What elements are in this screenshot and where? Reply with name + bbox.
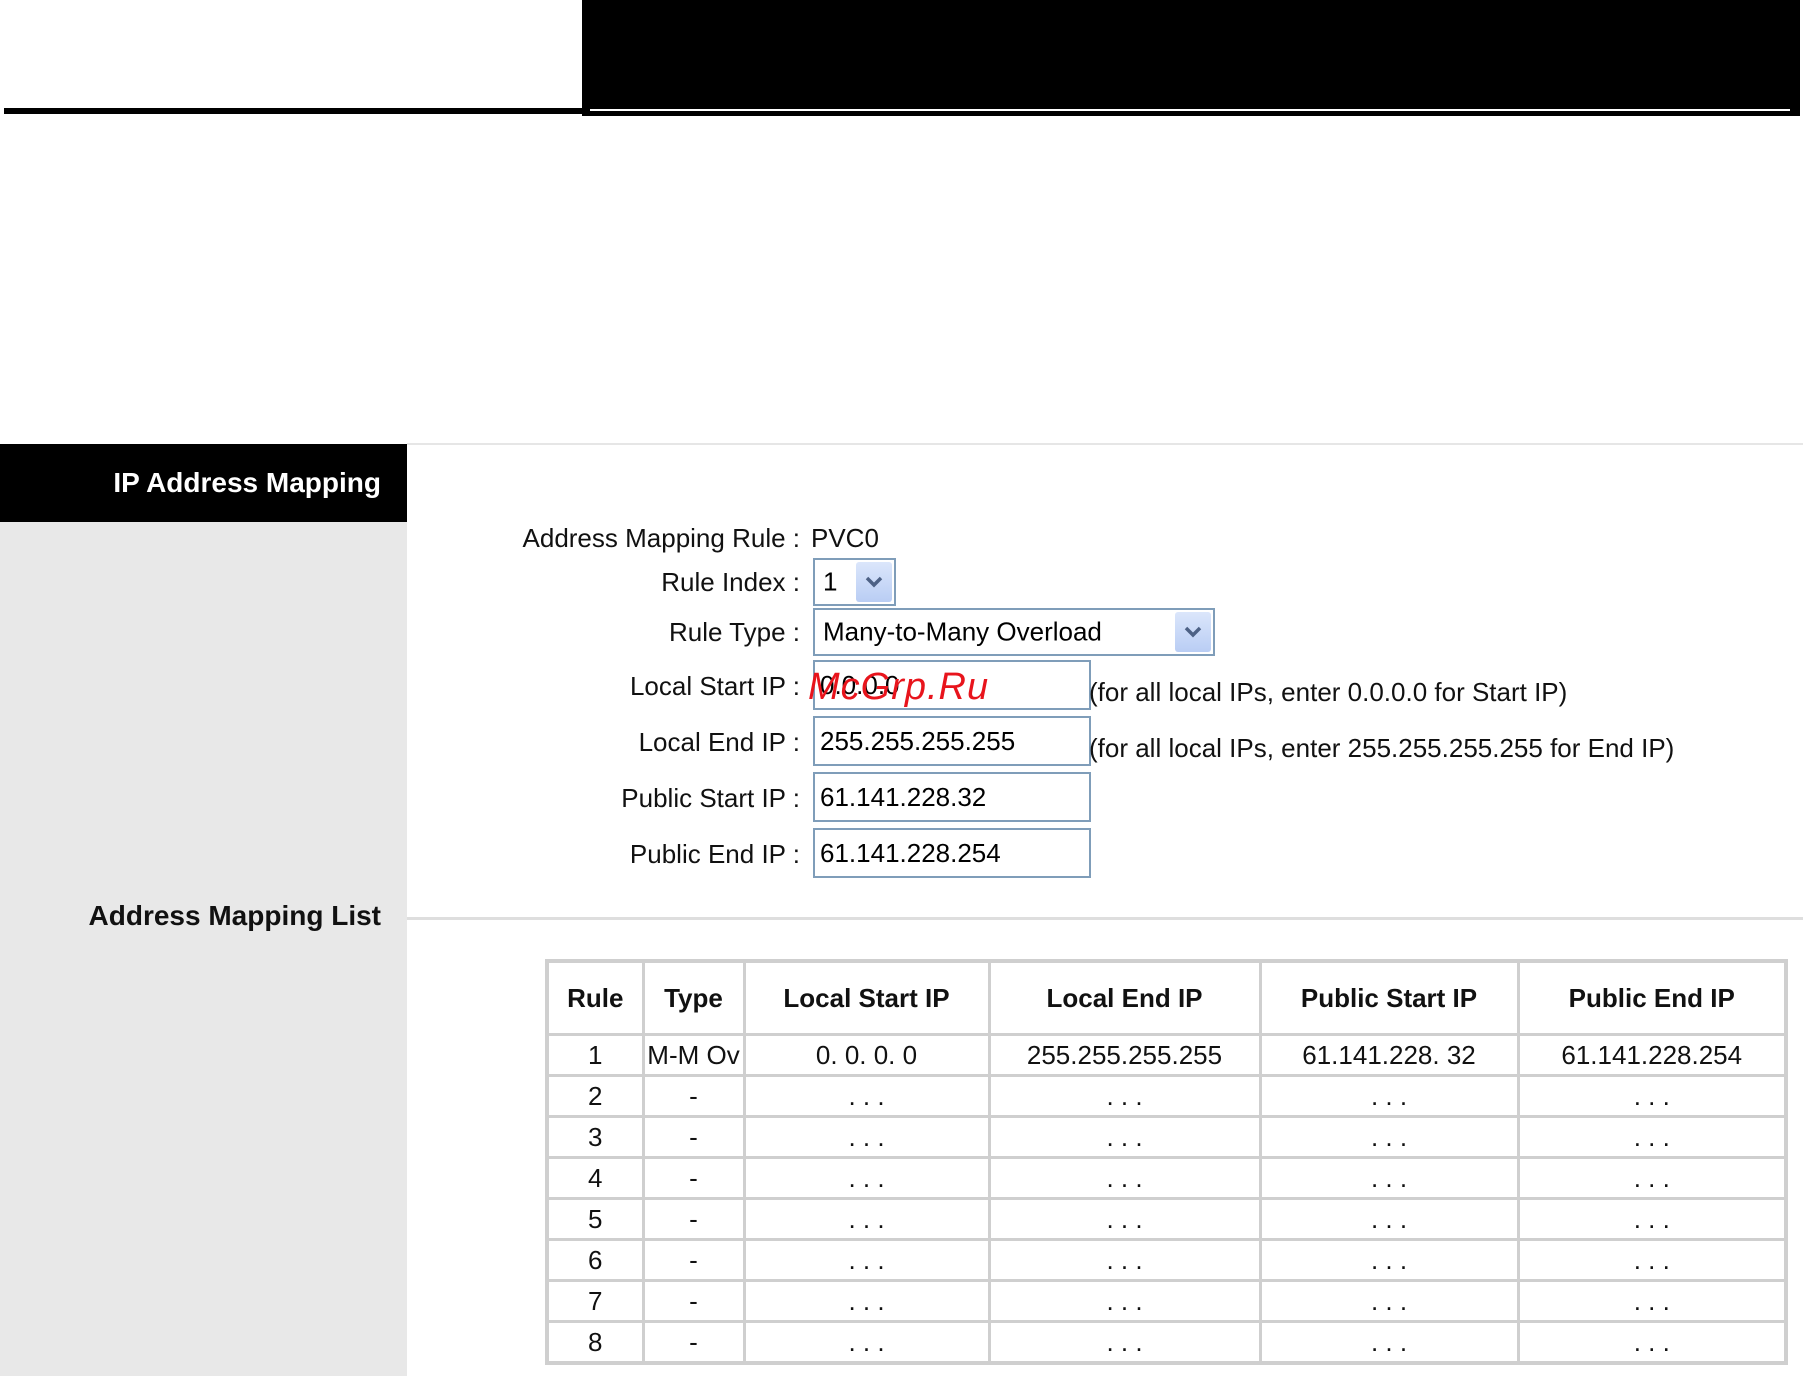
rule-type-select[interactable]: Many-to-Many Overload: [813, 608, 1215, 656]
col-header-public-start-ip: Public Start IP: [1258, 959, 1520, 1036]
table-cell: . . .: [742, 1156, 991, 1200]
table-row: 8-. . .. . .. . .. . .: [545, 1320, 1788, 1365]
table-cell: . . .: [1516, 1156, 1788, 1200]
table-row: 1 M-M Ov 0. 0. 0. 0 255.255.255.255 61.141.2…: [545, 1033, 1788, 1077]
table-cell: 61.141.228. 32: [1258, 1033, 1520, 1077]
table-cell: -: [641, 1074, 746, 1118]
table-row: 3-. . .. . .. . .. . .: [545, 1115, 1788, 1159]
col-header-rule: Rule: [545, 959, 645, 1036]
col-header-local-start-ip: Local Start IP: [742, 959, 991, 1036]
table-cell: . . .: [742, 1279, 991, 1323]
table-cell: . . .: [742, 1197, 991, 1241]
table-cell: -: [641, 1320, 746, 1365]
table-cell: -: [641, 1115, 746, 1159]
table-cell: 8: [545, 1320, 645, 1365]
col-header-type: Type: [641, 959, 746, 1036]
table-cell: . . .: [1258, 1074, 1520, 1118]
header-banner: [582, 0, 1800, 116]
public-end-ip-label: Public End IP :: [629, 839, 800, 869]
table-cell: . . .: [1516, 1074, 1788, 1118]
public-start-ip-input[interactable]: 61.141.228.32: [813, 772, 1091, 822]
table-cell: . . .: [1516, 1279, 1788, 1323]
table-cell: 7: [545, 1279, 645, 1323]
table-row: 6-. . .. . .. . .. . .: [545, 1238, 1788, 1282]
table-cell: . . .: [987, 1115, 1262, 1159]
rule-type-label: Rule Type :: [668, 617, 800, 647]
table-cell: . . .: [1258, 1115, 1520, 1159]
table-cell: . . .: [1258, 1320, 1520, 1365]
table-cell: 61.141.228.254: [1516, 1033, 1788, 1077]
table-cell: . . .: [1258, 1238, 1520, 1282]
section-divider: [407, 917, 1803, 920]
table-cell: . . .: [987, 1197, 1262, 1241]
header-inner-line: [590, 109, 1790, 111]
table-cell: . . .: [1516, 1197, 1788, 1241]
local-end-ip-hint: (for all local IPs, enter 255.255.255.25…: [1089, 733, 1675, 763]
col-header-public-end-ip: Public End IP: [1516, 959, 1788, 1036]
table-cell: 2: [545, 1074, 645, 1118]
table-cell: . . .: [1516, 1320, 1788, 1365]
table-cell: 6: [545, 1238, 645, 1282]
table-cell: 3: [545, 1115, 645, 1159]
table-cell: . . .: [1516, 1115, 1788, 1159]
table-cell: . . .: [742, 1074, 991, 1118]
table-cell: 5: [545, 1197, 645, 1241]
rule-index-select[interactable]: 1: [813, 558, 896, 606]
table-cell: . . .: [987, 1074, 1262, 1118]
rule-index-label: Rule Index :: [661, 567, 800, 597]
table-cell: . . .: [742, 1115, 991, 1159]
table-header-row: Rule Type Local Start IP Local End IP Pu…: [545, 959, 1788, 1036]
rule-index-selected: 1: [823, 566, 838, 597]
table-cell: -: [641, 1197, 746, 1241]
public-start-ip-label: Public Start IP :: [621, 783, 800, 813]
rule-type-selected: Many-to-Many Overload: [823, 616, 1102, 647]
table-cell: . . .: [742, 1238, 991, 1282]
table-row: 4-. . .. . .. . .. . .: [545, 1156, 1788, 1200]
table-cell: . . .: [987, 1238, 1262, 1282]
local-end-ip-input[interactable]: 255.255.255.255: [813, 716, 1091, 766]
chevron-down-icon[interactable]: [856, 562, 892, 602]
top-divider: [407, 443, 1803, 445]
table-cell: . . .: [1258, 1197, 1520, 1241]
table-cell: -: [641, 1156, 746, 1200]
table-cell: 255.255.255.255: [987, 1033, 1262, 1077]
table-cell: . . .: [742, 1320, 991, 1365]
table-row: 5-. . .. . .. . .. . .: [545, 1197, 1788, 1241]
table-cell: . . .: [1258, 1279, 1520, 1323]
address-mapping-rule-value: PVC0: [811, 523, 879, 553]
address-mapping-table: Rule Type Local Start IP Local End IP Pu…: [545, 959, 1788, 1365]
table-cell: M-M Ov: [641, 1033, 746, 1077]
sidebar-title: IP Address Mapping: [0, 444, 407, 522]
table-row: 7-. . .. . .. . .. . .: [545, 1279, 1788, 1323]
public-end-ip-input[interactable]: 61.141.228.254: [813, 828, 1091, 878]
table-cell: . . .: [987, 1279, 1262, 1323]
address-mapping-rule-label: Address Mapping Rule :: [522, 523, 800, 553]
table-cell: -: [641, 1279, 746, 1323]
table-cell: . . .: [1258, 1156, 1520, 1200]
sidebar-section-label: Address Mapping List: [88, 900, 381, 931]
table-cell: 0. 0. 0. 0: [742, 1033, 991, 1077]
table-cell: . . .: [987, 1320, 1262, 1365]
local-start-ip-label: Local Start IP :: [629, 671, 800, 701]
table-cell: . . .: [1516, 1238, 1788, 1282]
table-cell: . . .: [987, 1156, 1262, 1200]
table-cell: -: [641, 1238, 746, 1282]
table-cell: 4: [545, 1156, 645, 1200]
table-cell: 1: [545, 1033, 645, 1077]
local-end-ip-label: Local End IP :: [638, 727, 800, 757]
chevron-down-icon[interactable]: [1175, 612, 1211, 652]
col-header-local-end-ip: Local End IP: [987, 959, 1262, 1036]
watermark: McGrp.Ru: [808, 666, 990, 708]
local-start-ip-hint: (for all local IPs, enter 0.0.0.0 for St…: [1089, 677, 1568, 707]
table-row: 2-. . .. . .. . .. . .: [545, 1074, 1788, 1118]
